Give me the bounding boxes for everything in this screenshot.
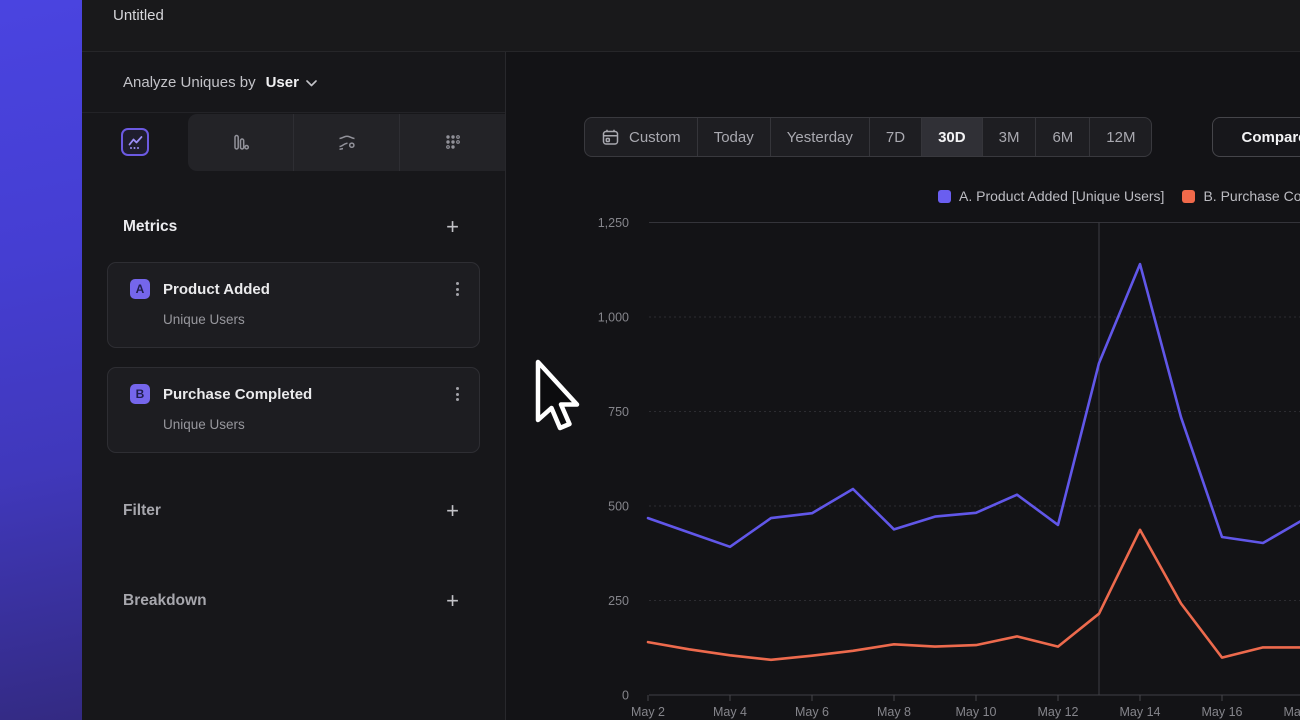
- kebab-menu-icon[interactable]: [454, 383, 461, 405]
- y-axis-label: 500: [608, 500, 629, 514]
- tab-line-chart-selected[interactable]: [121, 128, 149, 156]
- y-axis-label: 1,250: [598, 216, 629, 230]
- x-axis-label: May 16: [1202, 705, 1243, 719]
- line-chart-icon: [127, 134, 144, 151]
- metrics-header: Metrics +: [82, 210, 505, 244]
- breakdown-section: Breakdown +: [82, 584, 505, 618]
- metric-badge-a: A: [130, 279, 150, 299]
- analyze-row: Analyze Uniques by User: [82, 52, 505, 113]
- x-axis-label: May 4: [713, 705, 747, 719]
- metric-badge-b: B: [130, 384, 150, 404]
- analyze-entity-value: User: [266, 74, 299, 91]
- metric-card-product-added[interactable]: A Product Added Unique Users: [107, 262, 480, 348]
- line-chart[interactable]: 0 250 500 750 1,000 1,250 May 2 May 4 May 6 May 8…: [506, 52, 1300, 720]
- analyze-label: Analyze Uniques by: [123, 74, 256, 91]
- y-axis-label: 1,000: [598, 311, 629, 325]
- x-axis-label: May 14: [1120, 705, 1161, 719]
- metric-name: Purchase Completed: [163, 386, 312, 403]
- y-axis-label: 0: [622, 689, 629, 703]
- x-axis-label: May 10: [956, 705, 997, 719]
- x-axis-label: May 2: [631, 705, 665, 719]
- tab-bar-chart[interactable]: [188, 114, 293, 171]
- add-metric-button[interactable]: +: [446, 218, 459, 236]
- breakdown-title: Breakdown: [123, 592, 207, 610]
- metric-card-purchase-completed[interactable]: B Purchase Completed Unique Users: [107, 367, 480, 453]
- query-sidebar: Analyze Uniques by User: [82, 52, 505, 720]
- flow-icon: [337, 133, 357, 152]
- analyze-entity-dropdown[interactable]: User: [266, 74, 317, 91]
- metric-measurement[interactable]: Unique Users: [163, 312, 461, 327]
- metric-name: Product Added: [163, 281, 270, 298]
- bar-chart-icon: [231, 133, 250, 152]
- filter-section: Filter +: [82, 494, 505, 528]
- tab-flow[interactable]: [293, 114, 399, 171]
- chevron-down-icon: [306, 80, 317, 87]
- metric-measurement[interactable]: Unique Users: [163, 417, 461, 432]
- kebab-menu-icon[interactable]: [454, 278, 461, 300]
- y-axis-label: 250: [608, 594, 629, 608]
- grid-dots-icon: [443, 133, 462, 152]
- y-axis-label: 750: [608, 405, 629, 419]
- report-title: Untitled: [113, 7, 164, 24]
- filter-title: Filter: [123, 502, 161, 520]
- analytics-app: { "window": { "title": "Untitled" }, "si…: [0, 0, 1300, 720]
- left-gradient-strip: [0, 0, 82, 720]
- add-breakdown-button[interactable]: +: [446, 592, 459, 610]
- x-axis-label: May 12: [1038, 705, 1079, 719]
- x-axis-label: May 18: [1284, 705, 1300, 719]
- x-axis-label: May 8: [877, 705, 911, 719]
- series-line[interactable]: [648, 264, 1300, 547]
- tab-grid[interactable]: [399, 114, 505, 171]
- x-axis-label: May 6: [795, 705, 829, 719]
- metrics-title: Metrics: [123, 218, 177, 236]
- series-line[interactable]: [648, 530, 1300, 660]
- view-tab-strip: [188, 114, 505, 171]
- add-filter-button[interactable]: +: [446, 502, 459, 520]
- view-tabs: [82, 114, 505, 171]
- chart-pane: CustomTodayYesterday7D30D3M6M12M Compare…: [505, 52, 1300, 720]
- top-bar: Untitled: [82, 0, 1300, 52]
